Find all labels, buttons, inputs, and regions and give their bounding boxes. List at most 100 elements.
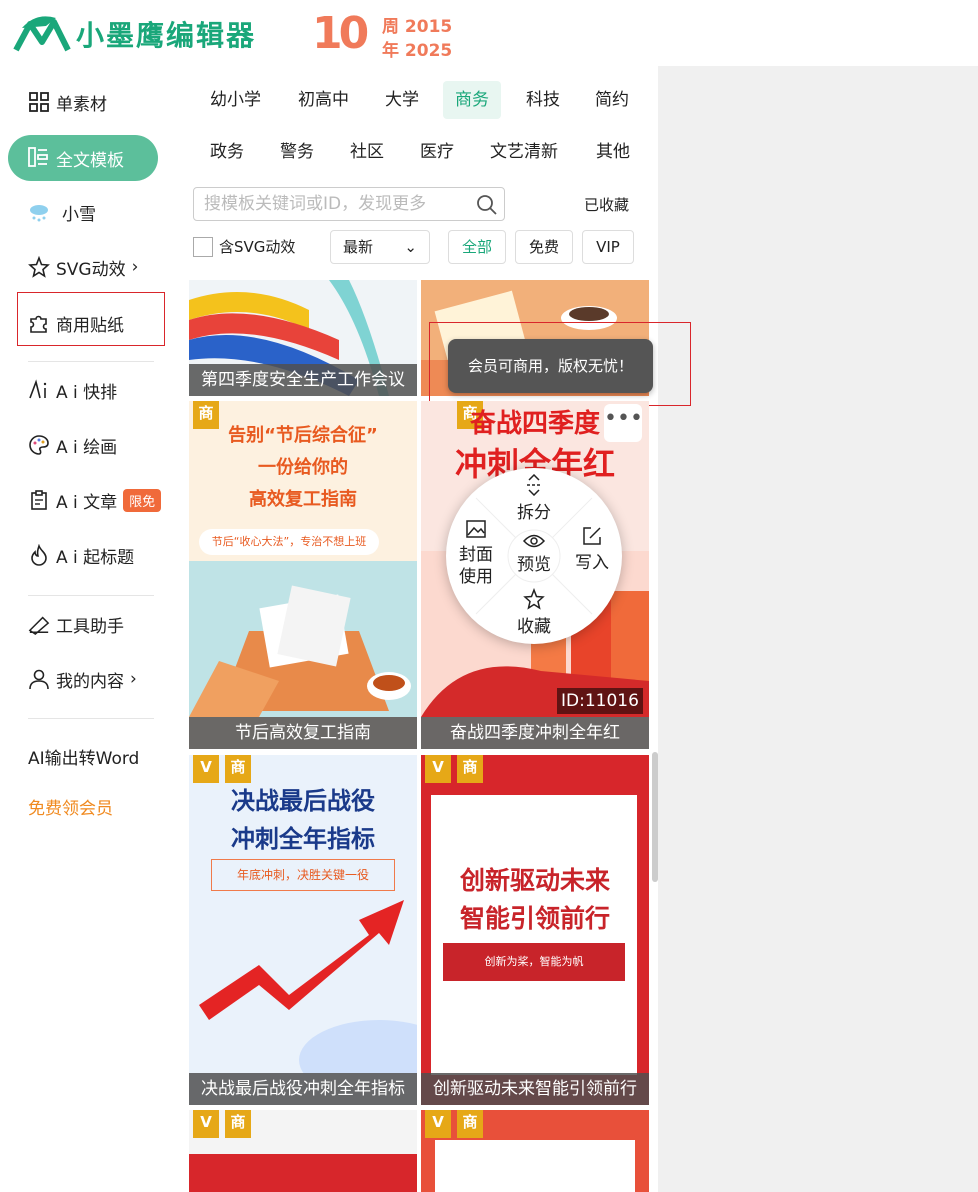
filter-all-button[interactable]: 全部 [448, 230, 506, 264]
sidebar-item-single-material[interactable]: 单素材 [28, 84, 107, 120]
template-icon [28, 147, 50, 169]
card-headline: 高效复工指南 [249, 489, 357, 510]
filter-vip-button[interactable]: VIP [582, 230, 634, 264]
commercial-tooltip: 会员可商用，版权无忧！ [448, 339, 653, 393]
card-subline: 年底冲刺，决胜关键一役 [211, 859, 395, 891]
category-tab[interactable]: 文艺清新 [478, 133, 570, 171]
commercial-tag: 商 [225, 1110, 251, 1138]
card-red-band [189, 1154, 417, 1192]
filter-free-button[interactable]: 免费 [515, 230, 573, 264]
template-card[interactable]: 第四季度安全生产工作会议 [189, 280, 417, 396]
brand-name[interactable]: 小墨鹰编辑器 [76, 14, 256, 54]
category-tab[interactable]: 简约 [583, 81, 641, 119]
category-tab[interactable]: 社区 [338, 133, 396, 171]
user-icon [28, 668, 50, 690]
category-tab[interactable]: 大学 [373, 81, 431, 119]
sidebar-divider [28, 595, 154, 596]
star-icon [523, 587, 545, 610]
card-paper [431, 795, 637, 1075]
card-headline: 告别“节后综合征” [228, 425, 378, 446]
template-card[interactable]: V 商 [189, 1110, 417, 1192]
card-paper [435, 1140, 635, 1192]
sidebar-item-svg-effects[interactable]: SVG动效 › [28, 249, 138, 285]
split-button[interactable]: 拆分 [506, 473, 562, 524]
sidebar-item-label: A i 文章 [56, 492, 118, 513]
anniversary-number: 10 [312, 8, 369, 59]
free-limited-badge: 限免 [123, 488, 162, 512]
sort-select-value: 最新 [343, 238, 374, 256]
write-in-button[interactable]: 写入 [568, 526, 616, 574]
more-options-button[interactable]: ••• [604, 404, 643, 442]
category-tab[interactable]: 警务 [268, 133, 326, 171]
card-headline: 决战最后战役 [231, 787, 375, 815]
template-search-input[interactable] [202, 193, 476, 215]
category-tab[interactable]: 医疗 [408, 133, 466, 171]
anniversary-line-2: 年 2025 [382, 41, 453, 61]
collect-button[interactable]: 收藏 [506, 587, 562, 638]
search-icon[interactable] [476, 194, 498, 216]
sort-select[interactable]: 最新 ⌄ [330, 230, 430, 264]
template-search-box [193, 187, 505, 221]
box-illustration [189, 561, 417, 717]
vip-tag: V [193, 755, 219, 783]
sidebar-item-ai-article[interactable]: A i 文章 限免 [28, 482, 162, 518]
flame-icon [28, 544, 50, 566]
sidebar-item-ai-painting[interactable]: A i 绘画 [28, 427, 117, 463]
card-caption: 第四季度安全生产工作会议 [189, 364, 417, 396]
commercial-tag: 商 [457, 755, 483, 783]
sidebar-item-ai-title[interactable]: A i 起标题 [28, 537, 134, 573]
eagle-logo-icon[interactable] [12, 12, 72, 54]
arrow-illustration [199, 900, 417, 1073]
panel-scrollbar[interactable] [652, 752, 658, 882]
sidebar-item-full-template[interactable]: 全文模板 [8, 135, 158, 181]
puzzle-icon [28, 312, 50, 334]
ruler-icon [28, 613, 50, 635]
svg-effects-checkbox[interactable] [193, 236, 213, 257]
sidebar-item-label: 商用贴纸 [56, 315, 124, 336]
use-as-cover-button[interactable]: 封面 使用 [452, 520, 500, 588]
sidebar-item-label: 工具助手 [56, 616, 124, 637]
sidebar-item-my-content[interactable]: 我的内容 › [28, 661, 137, 697]
category-tab[interactable]: 其他 [584, 133, 642, 171]
template-card[interactable]: V 商 决战最后战役 冲刺全年指标 年底冲刺，决胜关键一役 决战最后战役冲刺全年… [189, 755, 417, 1105]
sidebar-item-label: SVG动效 [56, 259, 126, 280]
template-id-label: ID:11016 [557, 688, 643, 714]
sidebar-item-snow[interactable]: 小雪 [28, 194, 96, 230]
sidebar-item-ai-layout[interactable]: A i 快排 [28, 372, 117, 408]
template-card[interactable]: V 商 [421, 1110, 649, 1192]
template-action-menu: 拆分 封面 使用 预览 写入 收藏 [446, 468, 622, 644]
sidebar-item-tools[interactable]: 工具助手 [28, 606, 124, 642]
left-sidebar: 单素材 全文模板 小雪 SVG动效 › 商用贴纸 A i 快排 A i 绘画 A… [0, 66, 180, 1192]
card-subline: 节后“收心大法”，专治不想上班 [199, 529, 379, 555]
category-tab[interactable]: 政务 [198, 133, 256, 171]
sidebar-item-commercial-stickers[interactable]: 商用贴纸 [28, 305, 124, 341]
card-headline: 智能引领前行 [459, 904, 610, 933]
preview-button[interactable]: 预览 [510, 532, 558, 576]
template-card[interactable]: V 商 创新驱动未来 智能引领前行 创新为桨，智能为帆 创新驱动未来智能引领前行 [421, 755, 649, 1105]
sidebar-item-label: 小雪 [62, 204, 96, 225]
canvas-background [658, 66, 978, 1192]
anniversary-line-1: 周 2015 [382, 17, 453, 37]
split-icon [527, 473, 541, 497]
cover-label-2: 使用 [459, 567, 493, 587]
ai-to-word-link[interactable]: AI输出转Word [28, 738, 139, 774]
svg-effects-filter[interactable]: 含SVG动效 [193, 236, 295, 257]
write-label: 写入 [575, 553, 609, 573]
category-tab[interactable]: 科技 [514, 81, 572, 119]
top-header: 小墨鹰编辑器 10 周 2015 年 2025 [0, 0, 978, 67]
category-tab-active[interactable]: 商务 [443, 81, 501, 119]
favorites-link[interactable]: 已收藏 [584, 194, 629, 215]
free-vip-link[interactable]: 免费领会员 [28, 788, 113, 824]
category-tab[interactable]: 初高中 [286, 81, 361, 119]
template-card[interactable]: 商 告别“节后综合征” 一份给你的 高效复工指南 节后“收心大法”，专治不想上班… [189, 401, 417, 749]
card-headline: 冲刺全年指标 [231, 825, 375, 853]
vip-tag: V [193, 1110, 219, 1138]
card-caption: 决战最后战役冲刺全年指标 [189, 1073, 417, 1105]
category-tab[interactable]: 幼小学 [198, 81, 273, 119]
eye-icon [522, 534, 546, 548]
commercial-tag: 商 [225, 755, 251, 783]
vip-tag: V [425, 1110, 451, 1138]
edit-icon [583, 527, 601, 545]
anniversary-badge: 10 周 2015 年 2025 [312, 8, 472, 61]
chevron-down-icon: ⌄ [404, 238, 417, 256]
